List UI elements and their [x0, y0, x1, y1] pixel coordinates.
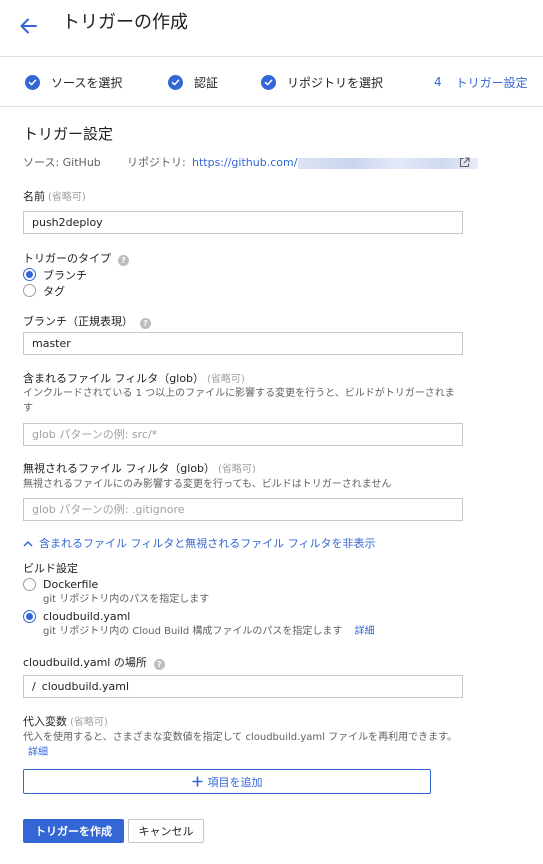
step-label: 認証 [194, 75, 219, 90]
substitutions-label: 代入変数 (省略可) [23, 714, 108, 730]
radio-selected-icon [23, 268, 36, 281]
ignored-filter-input[interactable] [23, 498, 463, 521]
cloudbuild-location-label: cloudbuild.yaml の場所? [23, 655, 165, 670]
step-number: 4 [434, 75, 442, 89]
arrow-back-icon [20, 18, 37, 34]
radio-branch-label: ブランチ [43, 268, 87, 282]
step-trigger-settings[interactable]: 4 トリガー設定 [434, 73, 528, 91]
step-select-repository[interactable]: リポジトリを選択 [261, 73, 383, 91]
hide-filters-toggle[interactable]: 含まれるファイル フィルタと無視されるファイル フィルタを非表示 [23, 535, 376, 551]
build-config-label: ビルド設定 [23, 562, 78, 575]
step-authenticate[interactable]: 認証 [168, 73, 218, 91]
check-circle-icon [261, 74, 276, 90]
branch-regex-input[interactable] [23, 332, 463, 355]
cloudbuild-description: git リポジトリ内の Cloud Build 構成ファイルのパスを指定します … [43, 624, 375, 639]
dockerfile-description: git リポジトリ内のパスを指定します [43, 594, 210, 605]
details-link[interactable]: 詳細 [28, 747, 48, 758]
substitutions-description-text: 代入を使用すると、さまざまな変数値を指定して cloudbuild.yaml フ… [23, 732, 458, 743]
source-info: ソース: GitHub リポジトリ: https://github.com/ [23, 155, 523, 171]
radio-unselected-icon [23, 578, 36, 591]
radio-branch[interactable]: ブランチ [23, 267, 87, 282]
radio-dockerfile-label: Dockerfile [43, 578, 99, 591]
radio-dockerfile[interactable]: Dockerfile [23, 577, 98, 592]
hide-filters-label: 含まれるファイル フィルタと無視されるファイル フィルタを非表示 [39, 537, 376, 550]
repo-label: リポジトリ: [127, 156, 186, 169]
stepper: ソースを選択 認証 リポジトリを選択 4 トリガー設定 [0, 57, 543, 107]
step-label: トリガー設定 [455, 75, 528, 90]
help-icon[interactable]: ? [118, 255, 129, 266]
radio-cloudbuild-yaml[interactable]: cloudbuild.yaml [23, 609, 130, 624]
included-filter-description: インクルードされている 1 つ以上のファイルに影響する変更を行うと、ビルドがトリ… [23, 388, 455, 414]
trigger-type-label: トリガーのタイプ? [23, 251, 129, 266]
redacted-repo-name [298, 158, 478, 169]
help-icon[interactable]: ? [153, 659, 165, 670]
repo-link[interactable]: https://github.com/ [192, 155, 297, 171]
radio-unselected-icon [23, 284, 36, 297]
cloudbuild-location-field[interactable]: / cloudbuild.yaml [23, 675, 463, 698]
cloudbuild-location-label-text: cloudbuild.yaml の場所 [23, 656, 147, 669]
cloudbuild-description-text: git リポジトリ内の Cloud Build 構成ファイルのパスを指定します [43, 626, 343, 637]
add-item-button[interactable]: 項目を追加 [23, 769, 431, 794]
plus-icon [192, 776, 202, 787]
cancel-button[interactable]: キャンセル [128, 819, 204, 843]
page-header: トリガーの作成 [0, 0, 543, 57]
radio-cloudbuild-label: cloudbuild.yaml [43, 610, 131, 623]
optional-text: (省略可) [207, 374, 245, 385]
step-label: リポジトリを選択 [287, 75, 384, 90]
name-label-text: 名前 [23, 190, 45, 203]
optional-text: (省略可) [70, 717, 108, 728]
optional-text: (省略可) [218, 464, 256, 475]
source-text: ソース: GitHub [23, 156, 101, 169]
path-prefix: / [32, 680, 36, 693]
open-in-new-icon[interactable] [459, 157, 470, 168]
step-label: ソースを選択 [51, 75, 123, 90]
back-button[interactable] [14, 12, 42, 40]
radio-tag-label: タグ [43, 284, 65, 298]
optional-text: (省略可) [48, 192, 86, 203]
ignored-filter-label-text: 無視されるファイル フィルタ（glob） [23, 462, 216, 475]
cloudbuild-location-value[interactable]: cloudbuild.yaml [42, 680, 129, 693]
chevron-up-icon [23, 540, 33, 547]
details-link[interactable]: 詳細 [355, 626, 375, 637]
substitutions-label-text: 代入変数 [23, 715, 67, 728]
substitutions-description: 代入を使用すると、さまざまな変数値を指定して cloudbuild.yaml フ… [23, 730, 465, 760]
trigger-type-label-text: トリガーのタイプ [23, 252, 111, 265]
branch-label: ブランチ（正規表現）? [23, 314, 151, 329]
create-trigger-button[interactable]: トリガーを作成 [23, 819, 124, 843]
check-circle-icon [25, 74, 40, 90]
ignored-filter-description: 無視されるファイルにのみ影響する変更を行っても、ビルドはトリガーされません [23, 479, 392, 490]
add-item-label: 項目を追加 [207, 775, 263, 789]
radio-selected-icon [23, 610, 36, 623]
name-input[interactable] [23, 211, 463, 234]
name-label: 名前 (省略可) [23, 189, 86, 205]
included-filter-input[interactable] [23, 423, 463, 446]
step-select-source[interactable]: ソースを選択 [25, 73, 122, 91]
branch-label-text: ブランチ（正規表現） [23, 315, 133, 328]
included-filter-label: 含まれるファイル フィルタ（glob） (省略可) [23, 371, 245, 387]
help-icon[interactable]: ? [140, 318, 151, 329]
ignored-filter-label: 無視されるファイル フィルタ（glob） (省略可) [23, 461, 256, 477]
section-title: トリガー設定 [23, 125, 114, 143]
check-circle-icon [168, 74, 183, 90]
radio-tag[interactable]: タグ [23, 283, 65, 298]
page-title: トリガーの作成 [62, 12, 188, 33]
included-filter-label-text: 含まれるファイル フィルタ（glob） [23, 372, 205, 385]
